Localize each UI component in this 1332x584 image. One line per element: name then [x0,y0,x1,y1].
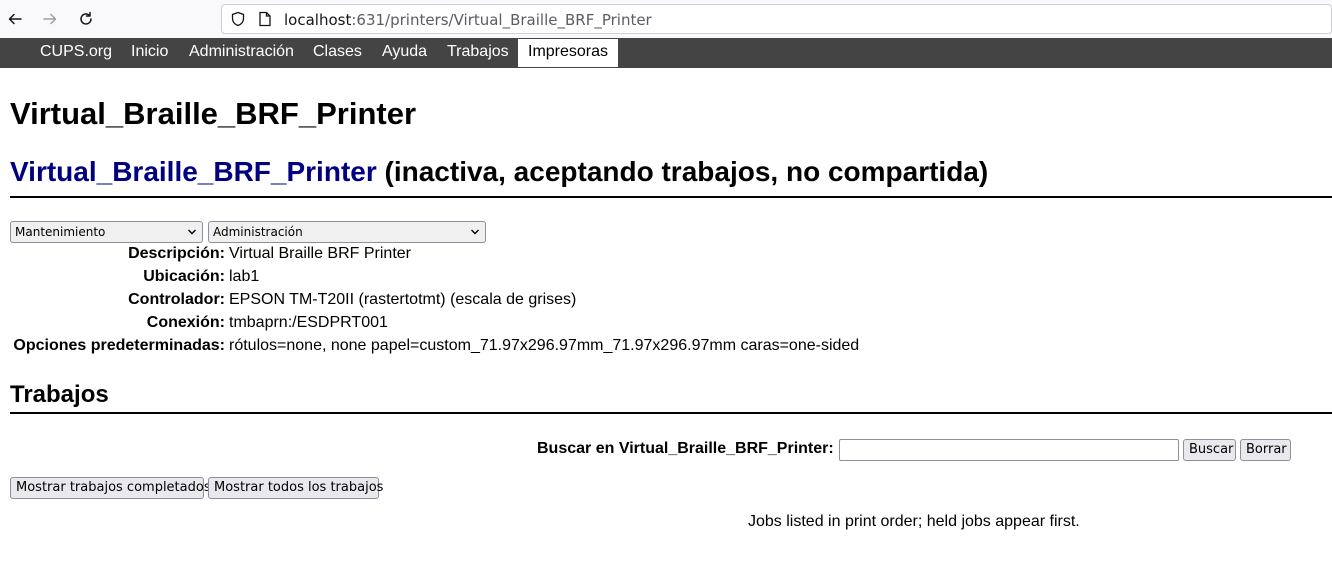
reload-icon [80,11,92,25]
nav-ayuda[interactable]: Ayuda [382,38,427,68]
browser-toolbar: localhost:631/printers/Virtual_Braille_B… [0,0,1332,38]
detail-value: rótulos=none, none papel=custom_71.97x29… [229,337,860,354]
divider [10,412,1332,414]
detail-location: Ubicación: lab1 [0,268,1332,288]
printer-state: (inactiva, aceptando trabajos, no compar… [376,156,989,187]
printer-heading: Virtual_Braille_BRF_Printer (inactiva, a… [10,156,988,188]
back-button[interactable] [3,7,27,31]
page-icon [259,11,271,27]
address-bar[interactable]: localhost:631/printers/Virtual_Braille_B… [221,4,1332,34]
nav-clases[interactable]: Clases [313,38,362,68]
detail-label: Ubicación: [143,268,225,285]
chevron-down-icon [471,229,479,235]
divider [10,196,1332,198]
detail-label: Opciones predeterminadas: [13,337,225,354]
nav-inicio[interactable]: Inicio [131,38,168,68]
detail-label: Conexión: [146,314,225,331]
arrow-right-icon [43,13,57,25]
printer-link[interactable]: Virtual_Braille_BRF_Printer [10,156,377,187]
jobs-section-title: Trabajos [10,381,109,408]
detail-value: lab1 [229,268,260,285]
chevron-down-icon [188,229,196,235]
detail-label: Controlador: [128,291,225,308]
detail-connection: Conexión: tmbaprn:/ESDPRT001 [0,314,1332,334]
url-path: :631/printers/Virtual_Braille_BRF_Printe… [351,11,652,29]
search-button[interactable]: Buscar [1183,439,1236,461]
search-label: Buscar en Virtual_Braille_BRF_Printer: [537,440,834,457]
url-text[interactable]: localhost:631/printers/Virtual_Braille_B… [284,11,652,29]
detail-description: Descripción: Virtual Braille BRF Printer [0,245,1332,265]
clear-button[interactable]: Borrar [1240,439,1291,461]
show-completed-jobs-button[interactable]: Mostrar trabajos completados [10,477,211,499]
maintenance-dropdown[interactable]: Mantenimiento [10,221,203,243]
detail-driver: Controlador: EPSON TM-T20II (rastertotmt… [0,291,1332,311]
nav-impresoras[interactable]: Impresoras [518,39,619,67]
detail-value: tmbaprn:/ESDPRT001 [229,314,388,331]
show-all-jobs-button[interactable]: Mostrar todos los trabajos [208,477,383,499]
shield-icon[interactable] [230,11,246,27]
jobs-note: Jobs listed in print order; held jobs ap… [748,513,1080,530]
url-host: localhost [284,11,352,29]
forward-button[interactable] [38,7,62,31]
detail-value: Virtual Braille BRF Printer [229,245,411,262]
nav-administracion[interactable]: Administración [189,38,294,68]
maintenance-select[interactable]: Mantenimiento [10,221,203,243]
detail-label: Descripción: [128,245,225,262]
arrow-left-icon [8,13,22,25]
search-input[interactable] [839,439,1179,461]
nav-trabajos[interactable]: Trabajos [447,38,509,68]
detail-value: EPSON TM-T20II (rastertotmt) (escala de … [229,291,577,308]
page-title: Virtual_Braille_BRF_Printer [10,96,417,131]
detail-default-options: Opciones predeterminadas: rótulos=none, … [0,337,1332,357]
nav-cups-org[interactable]: CUPS.org [40,38,112,68]
reload-button[interactable] [74,7,98,31]
cups-nav-bar: CUPS.org Inicio Administración Clases Ay… [0,38,1332,68]
administration-select[interactable]: Administración [208,221,486,243]
administration-dropdown[interactable]: Administración [208,221,486,243]
